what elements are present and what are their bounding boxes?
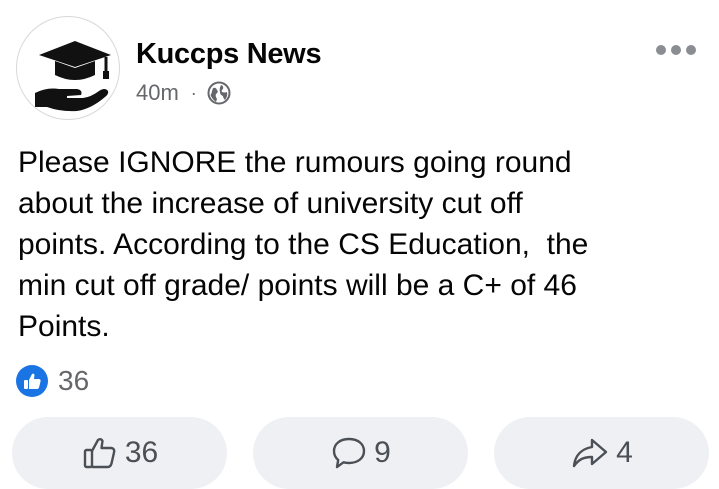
post-card: Kuccps News 40m · Please IGNORE the rumo… — [0, 0, 719, 489]
reaction-count: 36 — [58, 365, 90, 396]
like-button[interactable]: 36 — [12, 417, 227, 489]
comment-button[interactable]: 9 — [253, 417, 468, 489]
like-count: 36 — [124, 436, 159, 469]
share-count: 4 — [616, 436, 633, 469]
comment-count: 9 — [374, 436, 391, 469]
action-bar: 36 9 4 — [12, 417, 709, 489]
thumbs-up-icon — [83, 438, 116, 469]
meta-separator: · — [190, 82, 197, 103]
post-text: Please IGNORE the rumours going round ab… — [18, 146, 589, 343]
share-button[interactable]: 4 — [494, 417, 709, 489]
like-reaction-icon — [16, 365, 48, 397]
page-name[interactable]: Kuccps News — [136, 38, 322, 71]
reactions-summary[interactable]: 36 — [16, 365, 89, 397]
dot-1 — [656, 45, 666, 55]
more-options-icon[interactable] — [656, 40, 696, 60]
dot-2 — [671, 45, 681, 55]
page-avatar[interactable] — [16, 16, 120, 120]
dot-3 — [686, 45, 696, 55]
post-header: Kuccps News 40m · — [16, 16, 706, 120]
post-meta: 40m · — [136, 78, 231, 108]
share-arrow-icon — [572, 438, 608, 468]
graduation-cap-hand-icon — [35, 41, 111, 112]
post-timestamp[interactable]: 40m — [136, 80, 179, 106]
globe-icon[interactable] — [207, 81, 231, 105]
comment-icon — [332, 437, 366, 469]
